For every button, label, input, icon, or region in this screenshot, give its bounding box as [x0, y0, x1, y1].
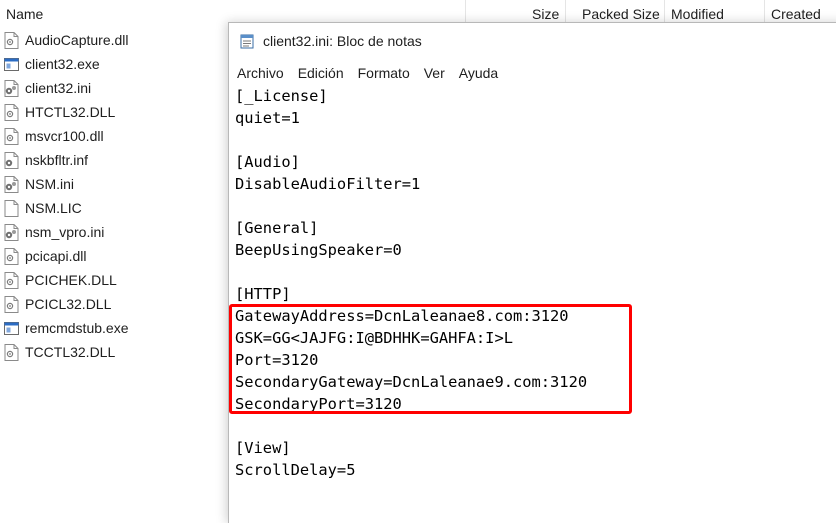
- file-list-item[interactable]: AudioCapture.dll: [4, 28, 219, 52]
- notepad-title: client32.ini: Bloc de notas: [263, 33, 422, 49]
- file-list-item[interactable]: client32.ini: [4, 76, 219, 100]
- text-line: [235, 129, 587, 151]
- dll-file-icon: [4, 127, 19, 145]
- exe-file-icon: [4, 320, 19, 337]
- text-line: SecondaryPort=3120: [235, 395, 402, 413]
- notepad-titlebar[interactable]: client32.ini: Bloc de notas: [229, 23, 836, 59]
- dll-file-icon: [4, 31, 19, 49]
- file-name-label: HTCTL32.DLL: [25, 104, 116, 120]
- dll-file-icon: [4, 343, 19, 361]
- file-list-item[interactable]: TCCTL32.DLL: [4, 340, 219, 364]
- text-line: [HTTP]: [235, 285, 291, 303]
- file-name-label: client32.exe: [25, 56, 100, 72]
- file-name-label: nskbfltr.inf: [25, 152, 89, 168]
- ini-file-icon: [4, 79, 19, 97]
- text-line: [235, 415, 587, 437]
- file-name-label: PCICHEK.DLL: [25, 272, 117, 288]
- file-list-item[interactable]: client32.exe: [4, 52, 219, 76]
- file-name-label: msvcr100.dll: [25, 128, 104, 144]
- file-list-item[interactable]: nsm_vpro.ini: [4, 220, 219, 244]
- file-name-label: PCICL32.DLL: [25, 296, 112, 312]
- text-line: quiet=1: [235, 109, 300, 127]
- file-name-label: NSM.LIC: [25, 200, 82, 216]
- file-name-label: remcmdstub.exe: [25, 320, 129, 336]
- text-line: BeepUsingSpeaker=0: [235, 241, 402, 259]
- text-line: [235, 261, 587, 283]
- file-list-item[interactable]: remcmdstub.exe: [4, 316, 219, 340]
- notepad-window[interactable]: client32.ini: Bloc de notas Archivo Edic…: [228, 22, 836, 523]
- text-line: DisableAudioFilter=1: [235, 175, 421, 193]
- file-list-item[interactable]: NSM.ini: [4, 172, 219, 196]
- menu-archivo[interactable]: Archivo: [229, 65, 291, 81]
- column-packed-size[interactable]: Packed Size: [582, 6, 660, 22]
- text-line: GatewayAddress=DcnLaleanae8.com:3120: [235, 307, 569, 325]
- text-line: ScrollDelay=5: [235, 461, 356, 479]
- dll-file-icon: [4, 103, 19, 121]
- file-list-item[interactable]: PCICHEK.DLL: [4, 268, 219, 292]
- file-list-item[interactable]: NSM.LIC: [4, 196, 219, 220]
- notepad-text-area[interactable]: [_License] quiet=1 [Audio] DisableAudioFilt…: [235, 85, 587, 481]
- text-line: GSK=GG<JAJFG:I@BDHHK=GAHFA:I>L: [235, 329, 513, 347]
- text-line: [Audio]: [235, 153, 300, 171]
- file-list-item[interactable]: nskbfltr.inf: [4, 148, 219, 172]
- text-line: [General]: [235, 219, 319, 237]
- dll-file-icon: [4, 271, 19, 289]
- column-modified[interactable]: Modified: [671, 6, 724, 22]
- exe-file-icon: [4, 56, 19, 73]
- file-name-label: AudioCapture.dll: [25, 32, 129, 48]
- file-name-label: client32.ini: [25, 80, 92, 96]
- ini-file-icon: [4, 175, 19, 193]
- notepad-menubar: Archivo Edición Formato Ver Ayuda: [229, 61, 836, 85]
- file-list-item[interactable]: pcicapi.dll: [4, 244, 219, 268]
- file-list-item[interactable]: PCICL32.DLL: [4, 292, 219, 316]
- text-line: [235, 195, 587, 217]
- menu-formato[interactable]: Formato: [351, 65, 417, 81]
- notepad-icon: [239, 33, 255, 49]
- blank-file-icon: [4, 199, 19, 217]
- file-list-item[interactable]: HTCTL32.DLL: [4, 100, 219, 124]
- text-line: Port=3120: [235, 351, 319, 369]
- column-size[interactable]: Size: [532, 6, 559, 22]
- menu-ayuda[interactable]: Ayuda: [452, 65, 505, 81]
- file-name-label: NSM.ini: [25, 176, 75, 192]
- file-name-label: nsm_vpro.ini: [25, 224, 105, 240]
- menu-ver[interactable]: Ver: [417, 65, 452, 81]
- file-name-label: TCCTL32.DLL: [25, 344, 116, 360]
- dll-file-icon: [4, 295, 19, 313]
- text-line: [View]: [235, 439, 291, 457]
- file-name-label: pcicapi.dll: [25, 248, 87, 264]
- column-name[interactable]: Name: [6, 6, 43, 22]
- inf-file-icon: [4, 151, 19, 169]
- file-list-item[interactable]: msvcr100.dll: [4, 124, 219, 148]
- text-line: [_License]: [235, 87, 328, 105]
- text-line: SecondaryGateway=DcnLaleanae9.com:3120: [235, 373, 588, 391]
- dll-file-icon: [4, 247, 19, 265]
- ini-file-icon: [4, 223, 19, 241]
- column-created[interactable]: Created: [771, 6, 821, 22]
- menu-edicion[interactable]: Edición: [291, 65, 351, 81]
